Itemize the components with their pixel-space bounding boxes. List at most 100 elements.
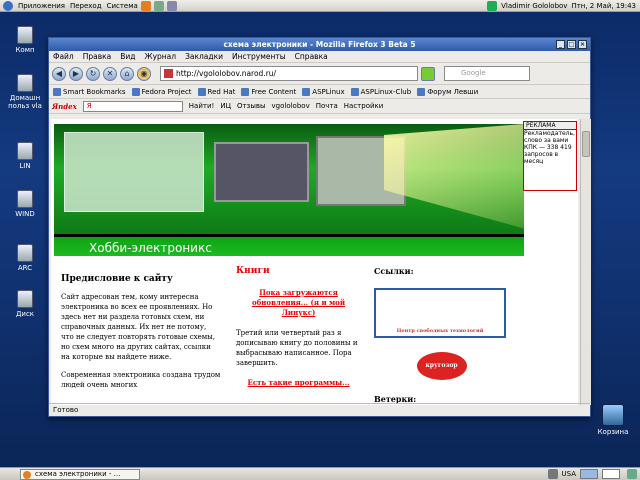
desktop-icon-disk[interactable]: Диск	[0, 290, 50, 318]
yandex-search-input[interactable]: Я	[82, 100, 183, 112]
firefox-launcher-icon[interactable]	[140, 0, 151, 11]
cst-label: Центр свободных технологий	[396, 328, 484, 334]
folder-icon	[131, 87, 140, 96]
workspace-2[interactable]	[602, 469, 620, 479]
site-favicon-icon	[164, 69, 173, 78]
menu-file[interactable]: Файл	[53, 52, 74, 61]
fedora-icon[interactable]	[3, 0, 13, 11]
desktop-icon-computer[interactable]: Комп	[0, 26, 50, 54]
foreword-column: Предисловие к сайту Сайт адресован тем, …	[61, 274, 221, 398]
search-input[interactable]: Google	[444, 66, 530, 81]
yandex-logo[interactable]: Яndex	[52, 102, 77, 111]
ad-line2[interactable]: КПК — 338 419 запросов в месяц	[524, 144, 576, 165]
menu-edit[interactable]: Правка	[83, 52, 112, 61]
krugozor-link[interactable]: кругозор	[416, 352, 467, 380]
stop-icon[interactable]: ✕	[103, 66, 117, 81]
user-name[interactable]: Vladimir Gololobov	[501, 2, 567, 10]
yandex-settings[interactable]: Настройки	[344, 102, 384, 110]
computer-icon	[17, 26, 33, 44]
links-title: Ссылки:	[374, 266, 414, 276]
menu-history[interactable]: Журнал	[145, 52, 177, 61]
forward-icon[interactable]: ▶	[69, 66, 83, 81]
addon-icon[interactable]	[421, 66, 435, 81]
scrollbar-thumb[interactable]	[582, 131, 590, 157]
maximize-button[interactable]: □	[567, 40, 576, 49]
firefox-window: схема электроники - Mozilla Firefox 3 Be…	[48, 37, 591, 417]
banner-light-cone	[384, 124, 524, 229]
desktop-icon-lin[interactable]: LIN	[0, 142, 50, 170]
top-panel: Приложения Переход Система Vladimir Golo…	[0, 0, 640, 12]
desktop-icon-arc[interactable]: ARC	[0, 244, 50, 272]
folder-icon	[197, 87, 206, 96]
drive-icon	[17, 190, 33, 208]
foreword-p2: Современная электроника создана трудом л…	[61, 371, 221, 389]
ad-header: РЕКЛАМА	[524, 122, 576, 130]
menu-help[interactable]: Справка	[295, 52, 328, 61]
banner-oscilloscope-image	[214, 142, 309, 202]
drive-icon	[17, 244, 33, 262]
books-text: Третий или четвертый раз я дописываю кни…	[236, 329, 358, 367]
window-title: схема электроники - Mozilla Firefox 3 Be…	[223, 40, 416, 49]
books-link-updates[interactable]: Пока загружаются обновления... (я и мой …	[236, 288, 361, 318]
cst-banner-link[interactable]: Центр свободных технологий	[374, 288, 506, 338]
menu-applications[interactable]: Приложения	[18, 2, 65, 10]
home-icon[interactable]: ⌂	[120, 66, 134, 81]
menu-tools[interactable]: Инструменты	[232, 52, 286, 61]
desktop-icon-home[interactable]: Домашн польз vla	[0, 74, 50, 110]
yandex-mail[interactable]: Почта	[316, 102, 338, 110]
banner-schematics-image	[64, 132, 204, 212]
bookmark-free-content[interactable]: Free Content	[241, 87, 296, 96]
desktop-icon-wind[interactable]: WIND	[0, 190, 50, 218]
bookmark-icon	[350, 87, 359, 96]
site-banner	[54, 124, 524, 234]
minimize-button[interactable]: _	[556, 40, 565, 49]
url-bar[interactable]: http://vgololobov.narod.ru/	[160, 66, 418, 81]
bottom-panel: схема электроники - ... USA	[0, 467, 640, 480]
yandex-ad-block[interactable]: РЕКЛАМА Рекламодатель, слово за вами КПК…	[523, 121, 577, 191]
vertical-scrollbar[interactable]	[580, 119, 591, 405]
close-button[interactable]: ×	[578, 40, 587, 49]
trash-icon	[602, 404, 624, 426]
bookmark-fedora[interactable]: Fedora Project	[131, 87, 192, 96]
yandex-user[interactable]: vgololobov	[272, 102, 310, 110]
url-text: http://vgololobov.narod.ru/	[176, 69, 277, 78]
back-icon[interactable]: ◀	[52, 66, 66, 81]
menu-places[interactable]: Переход	[70, 2, 102, 10]
tool-launcher-icon[interactable]	[166, 0, 177, 11]
taskbar-firefox[interactable]: схема электроники - ...	[20, 468, 140, 480]
bookmark-asplinux-club[interactable]: ASPLinux-Club	[350, 87, 411, 96]
desktop-icon-trash[interactable]: Корзина	[590, 404, 636, 436]
links-column: Ссылки: Центр свободных технологий круго…	[374, 266, 509, 404]
mail-launcher-icon[interactable]	[153, 0, 164, 11]
bookmark-smart[interactable]: Smart Bookmarks	[53, 87, 126, 96]
bookmark-asplinux[interactable]: ASPLinux	[302, 87, 345, 96]
yandex-toolbar: Яndex Я Найти! ИЦ Отзывы vgololobov Почт…	[49, 99, 590, 114]
user-icon	[487, 0, 498, 11]
books-title: Книги	[236, 266, 270, 276]
keyboard-layout[interactable]: USA	[562, 470, 577, 478]
foreword-p1: Сайт адресован тем, кому интересна элект…	[61, 293, 215, 361]
books-link-programs[interactable]: Есть такие программы...	[236, 378, 361, 388]
menu-system[interactable]: Система	[107, 2, 138, 10]
yandex-reviews[interactable]: Отзывы	[237, 102, 266, 110]
navigation-toolbar: ◀ ▶ ↻ ✕ ⌂ ◉ http://vgololobov.narod.ru/ …	[49, 63, 590, 85]
yandex-find-button[interactable]: Найти!	[189, 102, 215, 110]
yandex-ic[interactable]: ИЦ	[220, 102, 231, 110]
ad-line1[interactable]: Рекламодатель, слово за вами	[524, 130, 576, 144]
bookmark-icon	[302, 87, 311, 96]
home-folder-icon	[17, 74, 33, 92]
window-titlebar[interactable]: схема электроники - Mozilla Firefox 3 Be…	[49, 38, 590, 51]
menu-bar: Файл Правка Вид Журнал Закладки Инструме…	[49, 51, 590, 63]
workspace-1[interactable]	[580, 469, 598, 479]
reload-icon[interactable]: ↻	[86, 66, 100, 81]
menu-view[interactable]: Вид	[120, 52, 135, 61]
bookmark-redhat[interactable]: Red Hat	[197, 87, 235, 96]
owl-icon[interactable]: ◉	[137, 66, 151, 81]
menu-bookmarks[interactable]: Закладки	[185, 52, 223, 61]
trash-applet-icon[interactable]	[627, 469, 637, 479]
drive-icon	[17, 142, 33, 160]
network-icon[interactable]	[547, 469, 558, 479]
foreword-title: Предисловие к сайту	[61, 274, 173, 284]
clock[interactable]: Птн, 2 Май, 19:43	[571, 2, 636, 10]
bookmark-forum[interactable]: Форум Левши	[417, 87, 478, 96]
